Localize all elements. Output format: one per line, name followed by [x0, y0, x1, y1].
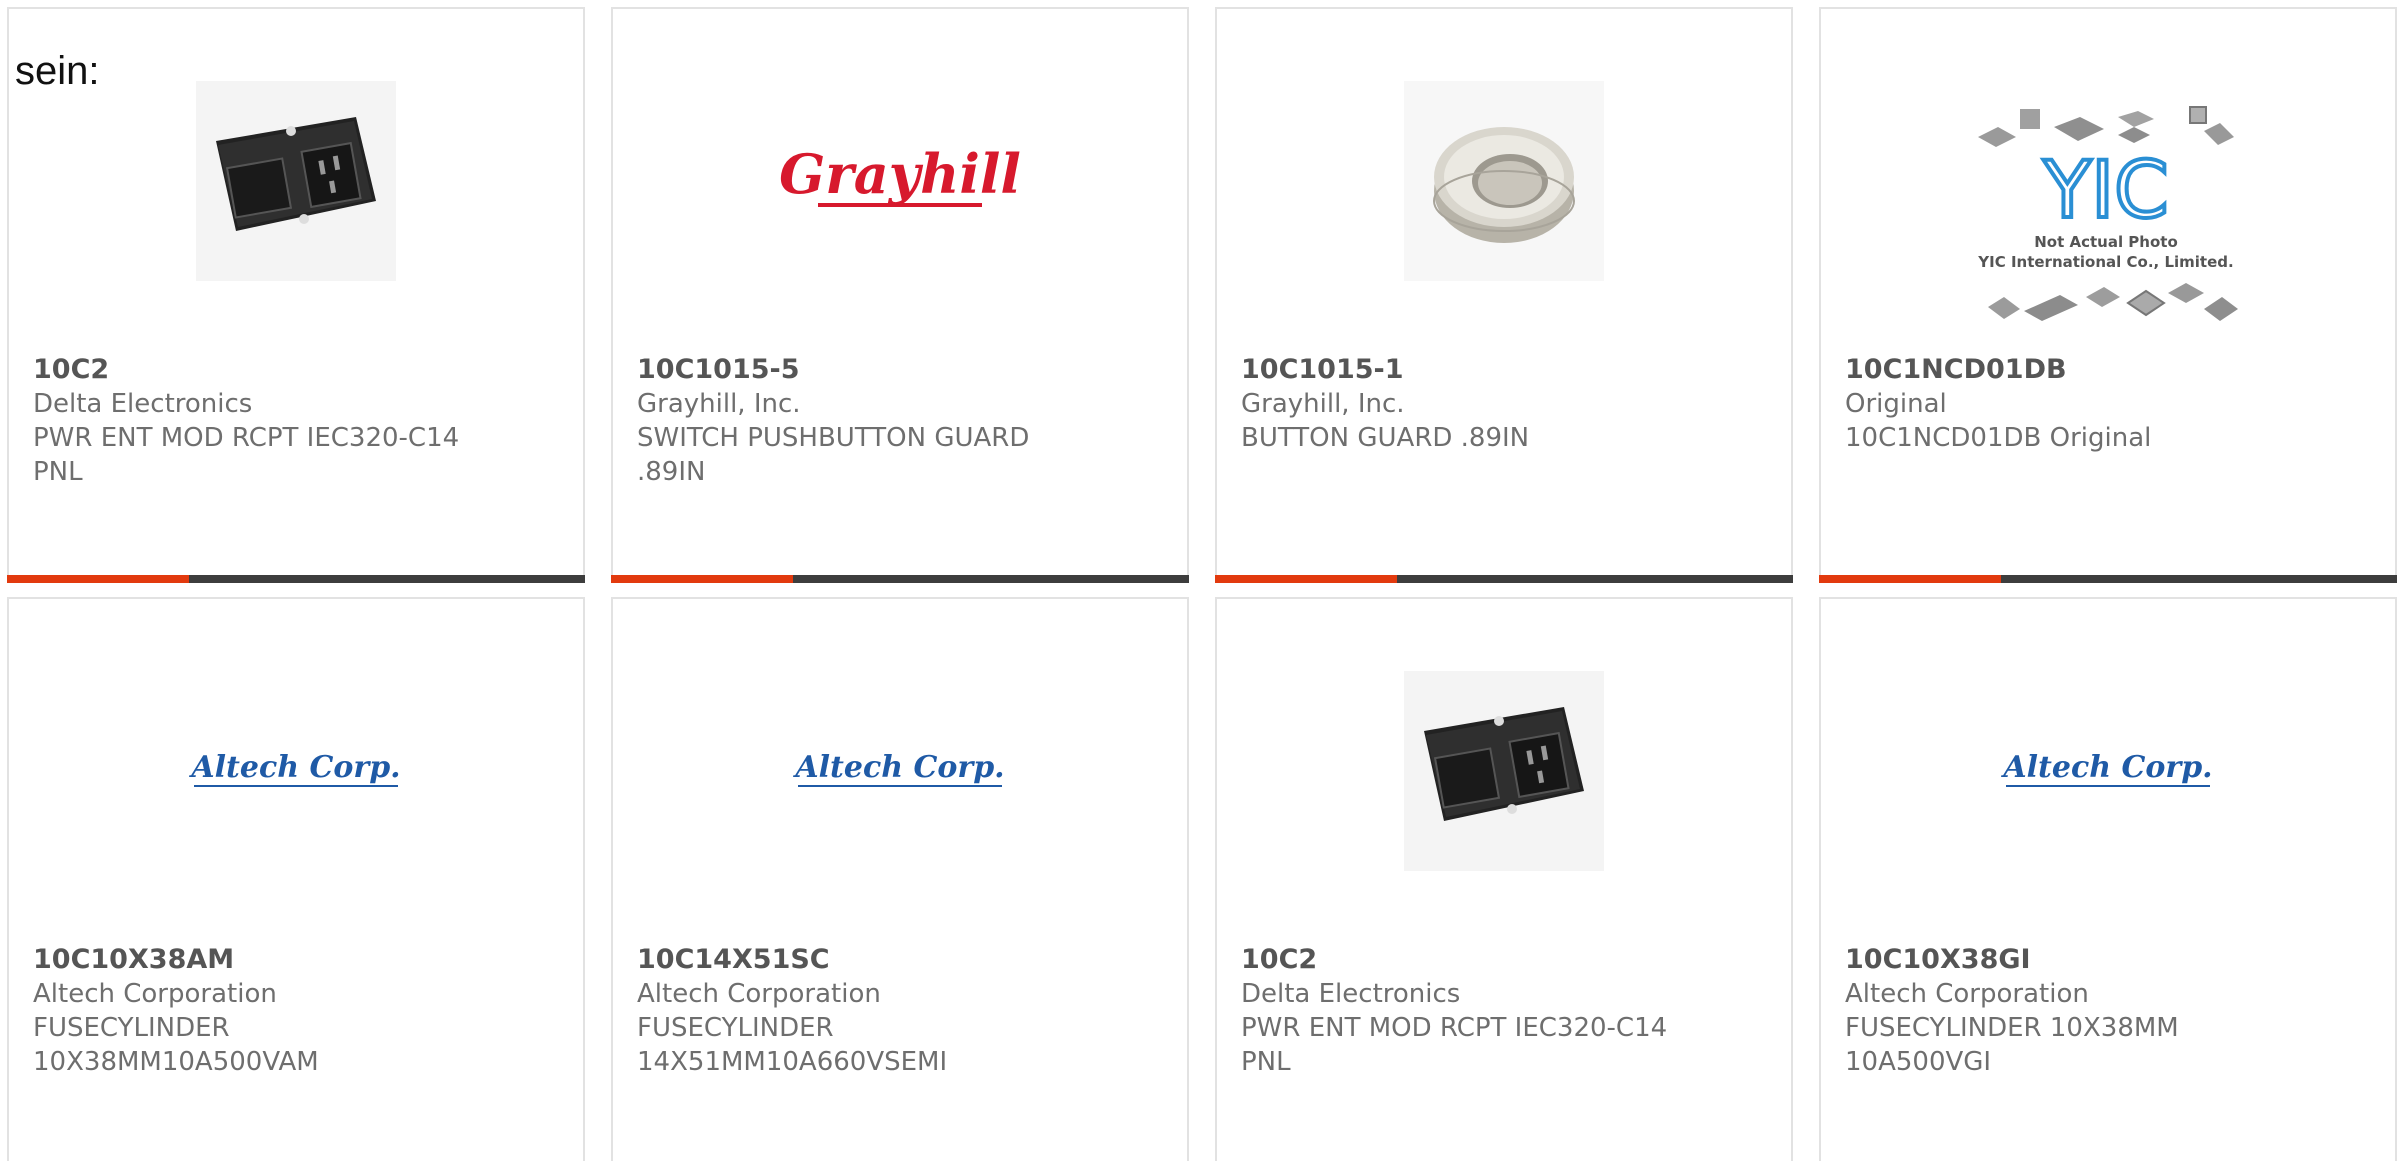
manufacturer: Grayhill, Inc. [1241, 389, 1405, 419]
product-image[interactable]: Altech Corp. [770, 661, 1030, 881]
product-info: 10C10X38GI Altech Corporation FUSECYLIND… [1845, 943, 2371, 1079]
product-info: 10C1015-1 Grayhill, Inc. BUTTON GUARD .8… [1241, 353, 1767, 455]
altech-logo-icon: Altech Corp. [792, 750, 1005, 787]
description: BUTTON GUARD .89IN [1241, 423, 1530, 453]
description: PWR ENT MOD RCPT IEC320-C14 PNL [1241, 1013, 1668, 1077]
product-card[interactable]: 10C2 Delta Electronics PWR ENT MOD RCPT … [1215, 597, 1793, 1161]
intro-text: sein: [15, 49, 100, 93]
power-entry-module-icon [196, 81, 396, 281]
button-guard-icon [1404, 81, 1604, 281]
product-card[interactable]: Altech Corp. 10C14X51SC Altech Corporati… [611, 597, 1189, 1161]
description: FUSECYLINDER 10X38MM10A500VAM [33, 1013, 319, 1077]
product-info: 10C14X51SC Altech Corporation FUSECYLIND… [637, 943, 1163, 1079]
product-image[interactable]: YIC Not Actual Photo YIC International C… [1968, 97, 2248, 347]
card-bar [7, 575, 585, 583]
power-entry-module-icon [1404, 671, 1604, 871]
manufacturer: Delta Electronics [1241, 979, 1461, 1009]
product-grid-page: sein: 10C2 Delta Electronics PWR ENT MOD… [0, 0, 2400, 1161]
part-number[interactable]: 10C14X51SC [637, 943, 1163, 977]
product-image[interactable]: Altech Corp. [166, 661, 426, 881]
part-number[interactable]: 10C10X38GI [1845, 943, 2371, 977]
grayhill-logo-icon: Grayhill [780, 142, 1020, 207]
card-bar-accent [611, 575, 793, 583]
product-info: 10C2 Delta Electronics PWR ENT MOD RCPT … [1241, 943, 1767, 1079]
product-image[interactable] [1374, 661, 1634, 881]
product-info: 10C10X38AM Altech Corporation FUSECYLIND… [33, 943, 559, 1079]
placeholder-line1: Not Actual Photo [2034, 233, 2178, 251]
product-card[interactable]: Altech Corp. 10C10X38GI Altech Corporati… [1819, 597, 2397, 1161]
product-card[interactable]: 10C1015-1 Grayhill, Inc. BUTTON GUARD .8… [1215, 7, 1793, 583]
product-card[interactable]: Grayhill 10C1015-5 Grayhill, Inc. SWITCH… [611, 7, 1189, 583]
card-bar [1819, 575, 2397, 583]
description: PWR ENT MOD RCPT IEC320-C14 PNL [33, 423, 460, 487]
manufacturer: Grayhill, Inc. [637, 389, 801, 419]
card-bar-accent [1819, 575, 2001, 583]
part-number[interactable]: 10C1NCD01DB [1845, 353, 2371, 387]
product-image[interactable] [166, 71, 426, 291]
product-card[interactable]: Altech Corp. 10C10X38AM Altech Corporati… [7, 597, 585, 1161]
card-bar [1215, 575, 1793, 583]
card-bar-accent [1215, 575, 1397, 583]
manufacturer: Original [1845, 389, 1947, 419]
manufacturer: Delta Electronics [33, 389, 253, 419]
product-info: 10C1NCD01DB Original 10C1NCD01DB Origina… [1845, 353, 2371, 455]
altech-logo-text: Altech Corp. [792, 750, 1004, 785]
product-image[interactable] [1374, 71, 1634, 291]
manufacturer: Altech Corporation [1845, 979, 2089, 1009]
description: FUSECYLINDER 14X51MM10A660VSEMI [637, 1013, 948, 1077]
card-bar [611, 575, 1189, 583]
altech-logo-text: Altech Corp. [2000, 750, 2212, 785]
product-image[interactable]: Altech Corp. [1978, 661, 2238, 881]
altech-logo-text: Altech Corp. [188, 750, 400, 785]
description: 10C1NCD01DB Original [1845, 423, 2152, 453]
product-info: 10C2 Delta Electronics PWR ENT MOD RCPT … [33, 353, 559, 489]
placeholder-line2: YIC International Co., Limited. [1977, 253, 2233, 271]
part-number[interactable]: 10C2 [1241, 943, 1767, 977]
product-card[interactable]: sein: 10C2 Delta Electronics PWR ENT MOD… [7, 7, 585, 583]
card-bar-accent [7, 575, 189, 583]
product-card[interactable]: YIC Not Actual Photo YIC International C… [1819, 7, 2397, 583]
description: SWITCH PUSHBUTTON GUARD .89IN [637, 423, 1030, 487]
yic-logo-text: YIC [2042, 146, 2168, 236]
part-number[interactable]: 10C10X38AM [33, 943, 559, 977]
manufacturer: Altech Corporation [637, 979, 881, 1009]
product-image[interactable]: Grayhill [770, 71, 1030, 291]
part-number[interactable]: 10C2 [33, 353, 559, 387]
altech-logo-icon: Altech Corp. [2000, 750, 2213, 787]
altech-logo-icon: Altech Corp. [188, 750, 401, 787]
grayhill-logo-text: Grayhill [780, 142, 1020, 206]
product-info: 10C1015-5 Grayhill, Inc. SWITCH PUSHBUTT… [637, 353, 1163, 489]
manufacturer: Altech Corporation [33, 979, 277, 1009]
yic-placeholder-icon: YIC Not Actual Photo YIC International C… [1977, 106, 2238, 321]
part-number[interactable]: 10C1015-5 [637, 353, 1163, 387]
part-number[interactable]: 10C1015-1 [1241, 353, 1767, 387]
description: FUSECYLINDER 10X38MM 10A500VGI [1845, 1013, 2179, 1077]
